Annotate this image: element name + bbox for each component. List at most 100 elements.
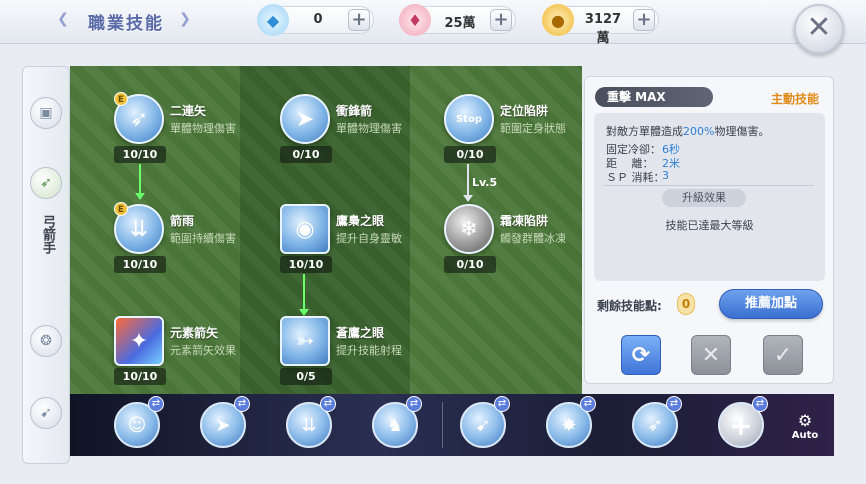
snowflake-icon: ❄ <box>444 204 494 254</box>
skill-level: 0/10 <box>444 256 496 273</box>
reset-button[interactable]: ⟳ <box>621 335 661 375</box>
sniper-icon: ➹ <box>40 405 52 421</box>
bow-icon: ➶ <box>40 175 52 191</box>
swap-icon[interactable]: ⇄ <box>752 396 768 412</box>
currency-crystal: ♦ 25萬 + <box>399 4 516 36</box>
zeny-coin-icon: ● <box>542 4 574 36</box>
detail-description: 對敵方單體造成200%物理傷害。 <box>606 123 769 139</box>
skill-charge-arrow[interactable]: ➤ 0/10 衝鋒箭 單體物理傷害 <box>236 66 416 163</box>
refresh-icon: ⟳ <box>631 342 651 368</box>
charge-arrow-icon: ➤ <box>280 94 330 144</box>
crystal-icon: ♦ <box>399 4 431 36</box>
skill-name: 箭雨 <box>170 214 195 228</box>
skill-level: 0/10 <box>444 146 496 163</box>
remaining-points-label: 剩餘技能點: <box>597 299 662 313</box>
swap-icon[interactable]: ⇄ <box>148 396 164 412</box>
currency-diamond: ◆ 0 + <box>257 4 374 36</box>
skill-level: 10/10 <box>114 146 166 163</box>
tab-archer[interactable]: ➶ <box>30 167 62 199</box>
wing-icon: ❯ <box>179 11 191 27</box>
hunter-icon: ❂ <box>40 333 52 349</box>
skill-elemental-arrow[interactable]: ✦ 10/10 元素箭矢 元素箭矢效果 <box>70 288 250 385</box>
novice-icon: ▣ <box>39 105 53 121</box>
elemental-arrow-icon: ✦ <box>114 316 164 366</box>
currency-zeny: ● 3127萬 + <box>542 4 659 46</box>
diamond-value: 0 <box>313 12 323 27</box>
max-level-text: 技能已達最大等級 <box>665 219 754 232</box>
skill-arrow-shower[interactable]: ⇊ E 10/10 箭雨 範圍持續傷害 <box>70 176 250 273</box>
skill-desc: 範圍定身狀態 <box>500 122 566 135</box>
check-icon: ✓ <box>773 342 793 368</box>
equip-badge: E <box>114 92 128 106</box>
gear-icon: ⚙ <box>797 411 813 430</box>
skill-desc: 提升技能射程 <box>336 344 402 357</box>
skill-level: 10/10 <box>114 368 166 385</box>
class-tabs: ▣ ➶ 弓箭手 ❂ ➹ <box>22 66 70 464</box>
diamond-icon: ◆ <box>257 4 289 36</box>
swap-icon[interactable]: ⇄ <box>406 396 422 412</box>
page-title: 職業技能 <box>88 13 164 34</box>
detail-skill-type: 主動技能 <box>770 92 819 106</box>
swap-icon[interactable]: ⇄ <box>666 396 682 412</box>
skill-level: 10/10 <box>280 256 332 273</box>
archer-pose-icon: ♞ <box>386 414 404 436</box>
skill-desc: 單體物理傷害 <box>336 122 402 135</box>
stat-sp-cost: ＳＰ 消耗： 3 <box>606 169 669 185</box>
skill-desc: 單體物理傷害 <box>170 122 236 135</box>
swap-icon[interactable]: ⇄ <box>494 396 510 412</box>
add-zeny-button[interactable]: + <box>633 9 655 31</box>
tab-hunter[interactable]: ❂ <box>30 325 62 357</box>
close-icon: ✕ <box>701 342 721 368</box>
tab-novice[interactable]: ▣ <box>30 97 62 129</box>
skill-desc: 提升自身靈敏 <box>336 232 402 245</box>
crystal-value: 25萬 <box>444 16 476 31</box>
skill-bar: ☺ ⇄ ➤ ⇄ ⇊ ⇄ ♞ ⇄ ➹ ⇄ ✸ ⇄ ➶ ⇄ + ⇄ ⚙ Auto <box>70 394 834 456</box>
stat-label: ＳＰ 消耗： <box>606 171 665 184</box>
top-bar: ❮ 職業技能 ❯ ◆ 0 + ♦ 25萬 + ● 3127萬 + ✕ <box>0 0 866 54</box>
bow-skill-icon: ➶ <box>647 414 663 436</box>
desc-suffix: 物理傷害。 <box>714 125 770 138</box>
skill-desc: 觸發群體冰凍 <box>500 232 566 245</box>
confirm-button[interactable]: ✓ <box>763 335 803 375</box>
add-diamond-button[interactable]: + <box>348 9 370 31</box>
hawk-icon: ➳ <box>280 316 330 366</box>
skill-double-strafe[interactable]: ➶ E 10/10 二連矢 單體物理傷害 <box>70 66 250 163</box>
swap-icon[interactable]: ⇄ <box>580 396 596 412</box>
swap-icon[interactable]: ⇄ <box>320 396 336 412</box>
add-crystal-button[interactable]: + <box>490 9 512 31</box>
skill-vultures-eye[interactable]: ➳ 0/5 蒼鷹之眼 提升技能射程 <box>236 288 416 385</box>
close-button[interactable]: ✕ <box>794 4 844 54</box>
skill-tree: ➶ E 10/10 二連矢 單體物理傷害 ➤ 0/10 衝鋒箭 單體物理傷害 S… <box>70 66 582 394</box>
bar-separator <box>442 402 443 448</box>
character-icon: ☺ <box>127 414 147 436</box>
zeny-value: 3127萬 <box>584 12 622 46</box>
auto-toggle[interactable]: ⚙ Auto <box>790 411 820 442</box>
remaining-points-value: 0 <box>677 293 695 315</box>
swap-icon[interactable]: ⇄ <box>234 396 250 412</box>
skill-name: 元素箭矢 <box>170 326 219 340</box>
skill-freezing-trap[interactable]: ❄ 0/10 霜凍陷阱 觸發群體冰凍 <box>400 176 580 273</box>
skill-name: 霜凍陷阱 <box>500 214 549 228</box>
divider <box>604 185 814 186</box>
charge-arrow-icon: ➤ <box>215 414 231 436</box>
skill-name: 衝鋒箭 <box>336 104 373 118</box>
skill-owls-eye[interactable]: ◉ 10/10 鷹梟之眼 提升自身靈敏 <box>236 176 416 273</box>
tab-archer-label: 弓箭手 <box>40 215 55 254</box>
skill-desc: 範圍持續傷害 <box>170 232 236 245</box>
skill-name: 蒼鷹之眼 <box>336 326 385 340</box>
plus-icon: + <box>729 408 753 442</box>
burst-icon: ✸ <box>561 414 577 436</box>
skill-desc: 元素箭矢效果 <box>170 344 236 357</box>
auto-label: Auto <box>791 430 819 441</box>
cancel-button[interactable]: ✕ <box>691 335 731 375</box>
skill-ankle-snare[interactable]: Stop 0/10 定位陷阱 範圍定身狀態 <box>400 66 580 163</box>
skill-name: 鷹梟之眼 <box>336 214 385 228</box>
detail-skill-name: 重擊 MAX <box>595 87 713 107</box>
eye-icon: ◉ <box>280 204 330 254</box>
recommend-button[interactable]: 推薦加點 <box>719 289 823 319</box>
stat-value: 3 <box>662 169 669 182</box>
tab-sniper[interactable]: ➹ <box>30 397 62 429</box>
skill-name: 二連矢 <box>170 104 207 118</box>
skill-level: 0/5 <box>280 368 332 385</box>
desc-percent: 200% <box>683 125 715 138</box>
